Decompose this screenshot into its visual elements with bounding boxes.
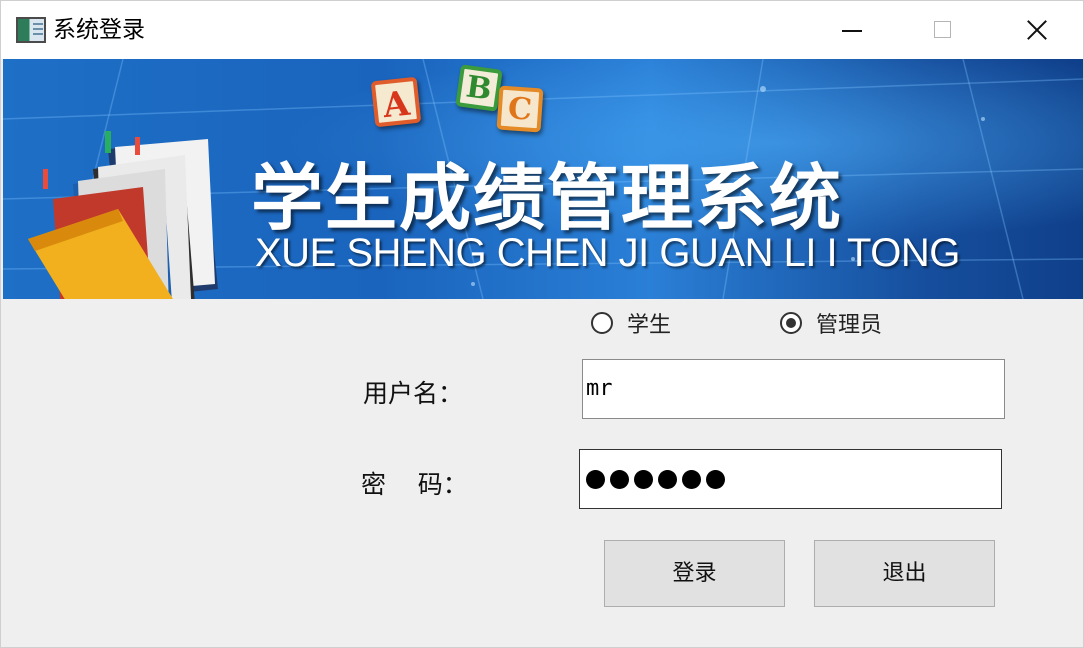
radio-student-label: 学生 <box>627 313 672 338</box>
login-button[interactable]: 登录 <box>604 540 785 607</box>
password-mask-dot <box>610 469 629 489</box>
password-mask-dot <box>586 469 605 489</box>
login-window: 系统登录 A B C 学生成绩管理系统 XUE SHENG CHEN JI GU… <box>0 0 1084 648</box>
books-icon <box>28 131 218 299</box>
exit-button[interactable]: 退出 <box>814 540 995 607</box>
password-mask-dot <box>634 469 653 489</box>
password-mask-dot <box>658 469 677 489</box>
block-b: B <box>455 64 503 112</box>
radio-admin-label: 管理员 <box>816 313 883 338</box>
app-icon <box>16 17 46 43</box>
radio-button-icon[interactable] <box>591 312 613 334</box>
banner-subtitle: XUE SHENG CHEN JI GUAN LI I TONG <box>255 231 960 275</box>
password-mask-dot <box>706 469 725 489</box>
username-label: 用户名： <box>363 379 464 408</box>
username-input[interactable]: mr <box>582 359 1005 419</box>
window-title: 系统登录 <box>53 17 145 43</box>
maximize-icon[interactable] <box>899 1 991 59</box>
title-bar: 系统登录 <box>1 1 1083 59</box>
minimize-icon[interactable] <box>807 1 899 59</box>
radio-button-selected-icon[interactable] <box>780 312 802 334</box>
radio-admin[interactable]: 管理员 <box>780 308 882 338</box>
banner-image: A B C 学生成绩管理系统 XUE SHENG CHEN JI GUAN LI… <box>3 59 1083 299</box>
password-input[interactable] <box>579 449 1002 509</box>
banner-title: 学生成绩管理系统 <box>251 156 844 240</box>
close-icon[interactable] <box>991 1 1083 59</box>
password-mask-dot <box>682 469 701 489</box>
password-label: 密 码： <box>361 470 468 499</box>
radio-student[interactable]: 学生 <box>591 308 671 338</box>
block-a: A <box>370 76 422 128</box>
block-c: C <box>496 85 544 133</box>
